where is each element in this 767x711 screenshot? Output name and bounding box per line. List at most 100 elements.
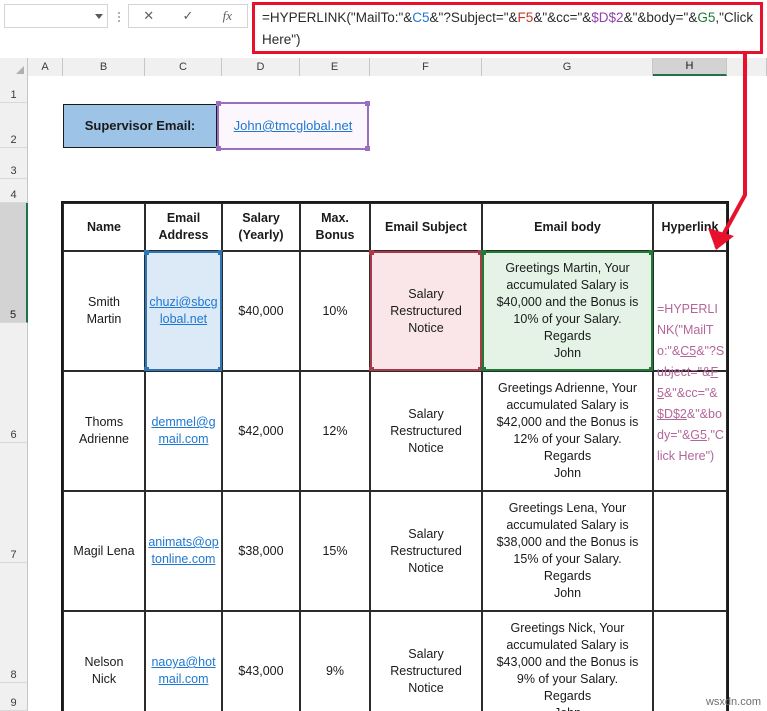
table-header-cell-5[interactable]: Email body [482, 203, 653, 251]
cell-bonus-3[interactable]: 9% [300, 611, 370, 711]
column-header-G[interactable]: G [482, 58, 653, 76]
reference-handle-tl[interactable] [369, 250, 374, 255]
cell-salary-2[interactable]: $38,000 [222, 491, 300, 611]
cell-email-0[interactable]: chuzi@sbcglobal.net [144, 250, 223, 372]
body-0-line-5: John [553, 346, 582, 360]
column-header-C[interactable]: C [145, 58, 222, 76]
cell-bonus-2[interactable]: 15% [300, 491, 370, 611]
cell-subject-3[interactable]: Salary Restructured Notice [370, 611, 482, 711]
h5-formula-text: =HYPERLINK("MailTo:"&C5&"?Subject="&F5&"… [655, 299, 725, 467]
insert-function-icon[interactable]: fx [208, 5, 247, 27]
table-header-cell-2[interactable]: Salary (Yearly) [222, 203, 300, 251]
table-header-cell-0[interactable]: Name [63, 203, 145, 251]
chevron-down-icon[interactable] [95, 13, 103, 19]
cell-name-1[interactable]: Thoms Adrienne [63, 371, 145, 491]
email-link-3[interactable]: naoya@hotmail.com [148, 654, 219, 688]
column-header-E[interactable]: E [300, 58, 370, 76]
selection-handle-tl[interactable] [216, 101, 221, 106]
name-0-line-0: Smith [88, 295, 120, 309]
cell-subject-0[interactable]: Salary Restructured Notice [369, 250, 483, 372]
cell-bonus-1[interactable]: 12% [300, 371, 370, 491]
row-header-6[interactable]: 6 [0, 323, 28, 443]
supervisor-email-value-cell[interactable]: John@tmcglobal.net [216, 101, 370, 151]
subject-3-line-0: Salary [408, 646, 444, 661]
table-header-cell-4[interactable]: Email Subject [370, 203, 482, 251]
row-header-2[interactable]: 2 [0, 103, 28, 148]
subject-3-line-2: Notice [408, 680, 444, 695]
cell-body-1[interactable]: Greetings Adrienne, Your accumulated Sala… [482, 371, 653, 491]
cell-email-3[interactable]: naoya@hotmail.com [145, 611, 222, 711]
body-0-line-4: Regards [543, 329, 592, 343]
body-1-line-0: Greetings Adrienne, Your [498, 381, 637, 395]
name-1-line-1: Adrienne [78, 432, 130, 446]
cell-name-2[interactable]: Magil Lena [63, 491, 145, 611]
cell-subject-2[interactable]: Salary Restructured Notice [370, 491, 482, 611]
table-header-cell-3[interactable]: Max. Bonus [300, 203, 370, 251]
formula-token-3: F5 [517, 10, 534, 25]
cell-salary-3[interactable]: $43,000 [222, 611, 300, 711]
body-0-line-2: $40,000 and the Bonus is [496, 295, 639, 309]
cell-body-0[interactable]: Greetings Martin, Your accumulated Salary… [481, 250, 654, 372]
row-header-4[interactable]: 4 [0, 179, 28, 203]
confirm-icon[interactable]: ✓ [168, 5, 207, 27]
body-1-line-4: Regards [543, 449, 592, 463]
column-header-H[interactable]: H [653, 58, 727, 76]
cell-body-3[interactable]: Greetings Nick, Your accumulated Salary i… [482, 611, 653, 711]
table-header-1-line-0: Email [166, 211, 201, 225]
name-2-line-0: Magil Lena [73, 543, 135, 558]
email-link-1[interactable]: demmel@gmail.com [148, 414, 219, 448]
h5-token-2: C5 [680, 344, 697, 358]
formula-token-2: &"?Subject="& [429, 10, 518, 25]
formula-bar-area: ✕ ✓ fx =HYPERLINK("MailTo:"&C5&"?Subject… [0, 0, 767, 58]
cell-bonus-0[interactable]: 10% [300, 251, 370, 371]
cell-hyperlink-2[interactable] [653, 491, 727, 611]
subject-0-line-0: Salary [408, 286, 444, 301]
row-header-1[interactable]: 1 [0, 76, 28, 103]
name-box[interactable] [4, 4, 108, 28]
cell-salary-0[interactable]: $40,000 [222, 251, 300, 371]
row-header-5[interactable]: 5 [0, 203, 28, 323]
h5-token-11: G5 [690, 428, 707, 442]
reference-handle-tl[interactable] [144, 250, 149, 255]
cell-subject-1[interactable]: Salary Restructured Notice [370, 371, 482, 491]
body-3-line-5: John [554, 705, 581, 711]
column-header-I[interactable]: I [727, 58, 767, 76]
more-options-icon[interactable] [114, 6, 124, 28]
selection-handle-tr[interactable] [365, 101, 370, 106]
table-header-cell-1[interactable]: Email Address [145, 203, 222, 251]
row-header-8[interactable]: 8 [0, 563, 28, 683]
reference-handle-tl[interactable] [481, 250, 486, 255]
name-3-line-1: Nick [91, 672, 117, 686]
formula-token-0: =HYPERLINK("MailTo:"& [262, 10, 413, 25]
subject-1-line-2: Notice [408, 440, 444, 455]
column-header-D[interactable]: D [222, 58, 300, 76]
selection-handle-bl[interactable] [216, 146, 221, 151]
body-2-line-4: Regards [543, 569, 592, 583]
cancel-icon[interactable]: ✕ [129, 5, 168, 27]
row-header-3[interactable]: 3 [0, 148, 28, 179]
row-header-7[interactable]: 7 [0, 443, 28, 563]
excel-window: ✕ ✓ fx =HYPERLINK("MailTo:"&C5&"?Subject… [0, 0, 767, 711]
column-header-F[interactable]: F [370, 58, 482, 76]
body-0-line-1: accumulated Salary is [506, 278, 629, 292]
body-2-line-1: accumulated Salary is [506, 518, 629, 532]
subject-1-line-0: Salary [408, 406, 444, 421]
cell-email-1[interactable]: demmel@gmail.com [145, 371, 222, 491]
cell-body-2[interactable]: Greetings Lena, Your accumulated Salary i… [482, 491, 653, 611]
cell-name-3[interactable]: Nelson Nick [63, 611, 145, 711]
cell-name-0[interactable]: Smith Martin [63, 251, 145, 371]
email-link-2[interactable]: animats@optonline.com [148, 534, 219, 568]
body-3-line-3: 9% of your Salary. [516, 672, 619, 686]
table-header-cell-6[interactable]: Hyperlink [653, 203, 727, 251]
column-header-A[interactable]: A [28, 58, 63, 76]
row-header-9[interactable]: 9 [0, 683, 28, 711]
formula-action-buttons: ✕ ✓ fx [128, 4, 248, 28]
select-all-corner[interactable] [0, 58, 28, 76]
cell-salary-1[interactable]: $42,000 [222, 371, 300, 491]
formula-bar-input[interactable]: =HYPERLINK("MailTo:"&C5&"?Subject="&F5&"… [258, 6, 758, 52]
cell-email-2[interactable]: animats@optonline.com [145, 491, 222, 611]
email-link-0[interactable]: chuzi@sbcglobal.net [149, 294, 218, 328]
selection-handle-br[interactable] [365, 146, 370, 151]
formula-token-4: &"&cc="& [533, 10, 592, 25]
column-header-B[interactable]: B [63, 58, 145, 76]
